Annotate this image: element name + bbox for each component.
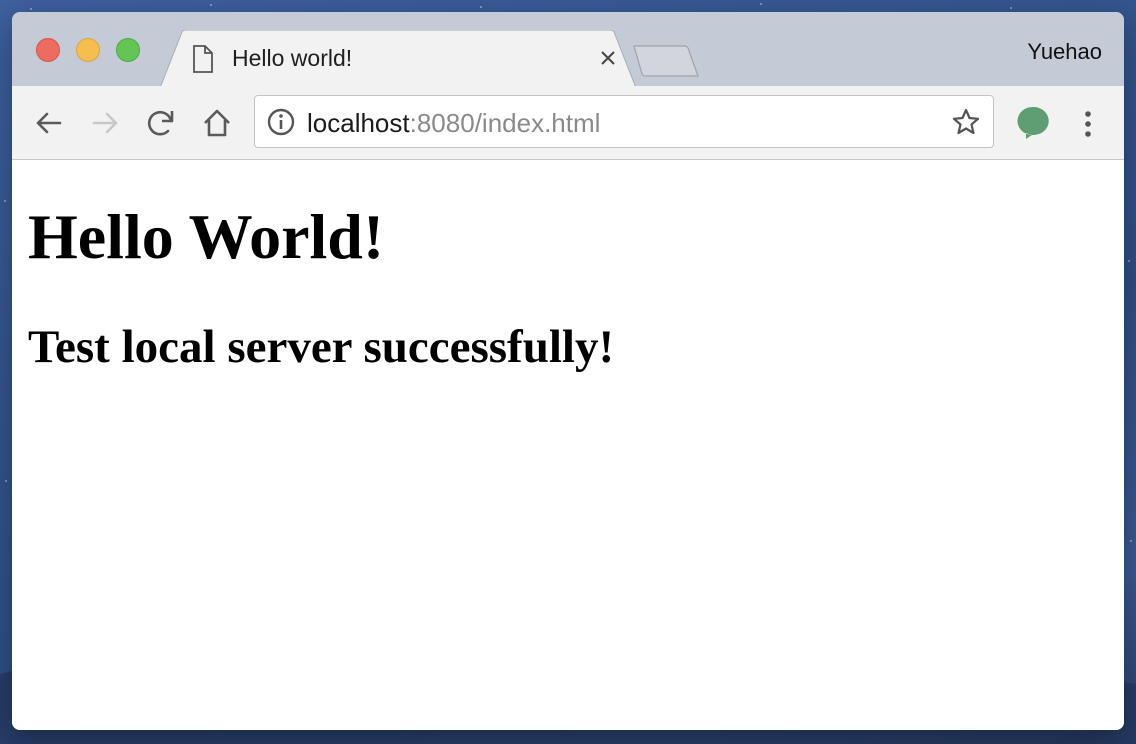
page-content: Hello World! Test local server successfu… xyxy=(12,160,1124,730)
window-close-button[interactable] xyxy=(36,38,60,62)
toolbar: localhost:8080/index.html xyxy=(12,86,1124,160)
page-heading: Hello World! xyxy=(28,201,385,272)
tab-hello-world[interactable]: Hello world! xyxy=(160,30,636,88)
info-icon[interactable] xyxy=(266,107,296,137)
url-text[interactable]: localhost:8080/index.html xyxy=(307,108,600,139)
reload-icon[interactable] xyxy=(144,106,178,140)
new-tab-button[interactable] xyxy=(632,44,702,78)
star-icon[interactable] xyxy=(951,107,981,137)
address-bar[interactable]: localhost:8080/index.html xyxy=(254,95,994,148)
tab-title: Hello world! xyxy=(232,45,353,71)
title-bar: Hello world! Yuehao xyxy=(12,12,1124,88)
url-host: localhost xyxy=(307,108,410,138)
menu-icon[interactable] xyxy=(1078,108,1098,140)
forward-arrow-icon[interactable] xyxy=(88,106,122,140)
home-icon[interactable] xyxy=(200,106,234,140)
back-arrow-icon[interactable] xyxy=(32,106,66,140)
close-icon[interactable] xyxy=(598,48,618,68)
page-subheading: Test local server successfully! xyxy=(28,321,615,373)
profile-name[interactable]: Yuehao xyxy=(1027,39,1102,65)
extension-icon[interactable] xyxy=(1016,105,1050,141)
window-minimize-button[interactable] xyxy=(76,38,100,62)
page-icon xyxy=(193,45,213,73)
window-maximize-button[interactable] xyxy=(116,38,140,62)
browser-window: Hello world! Yuehao localhost:8080/index… xyxy=(12,12,1124,730)
url-path: :8080/index.html xyxy=(409,108,601,138)
